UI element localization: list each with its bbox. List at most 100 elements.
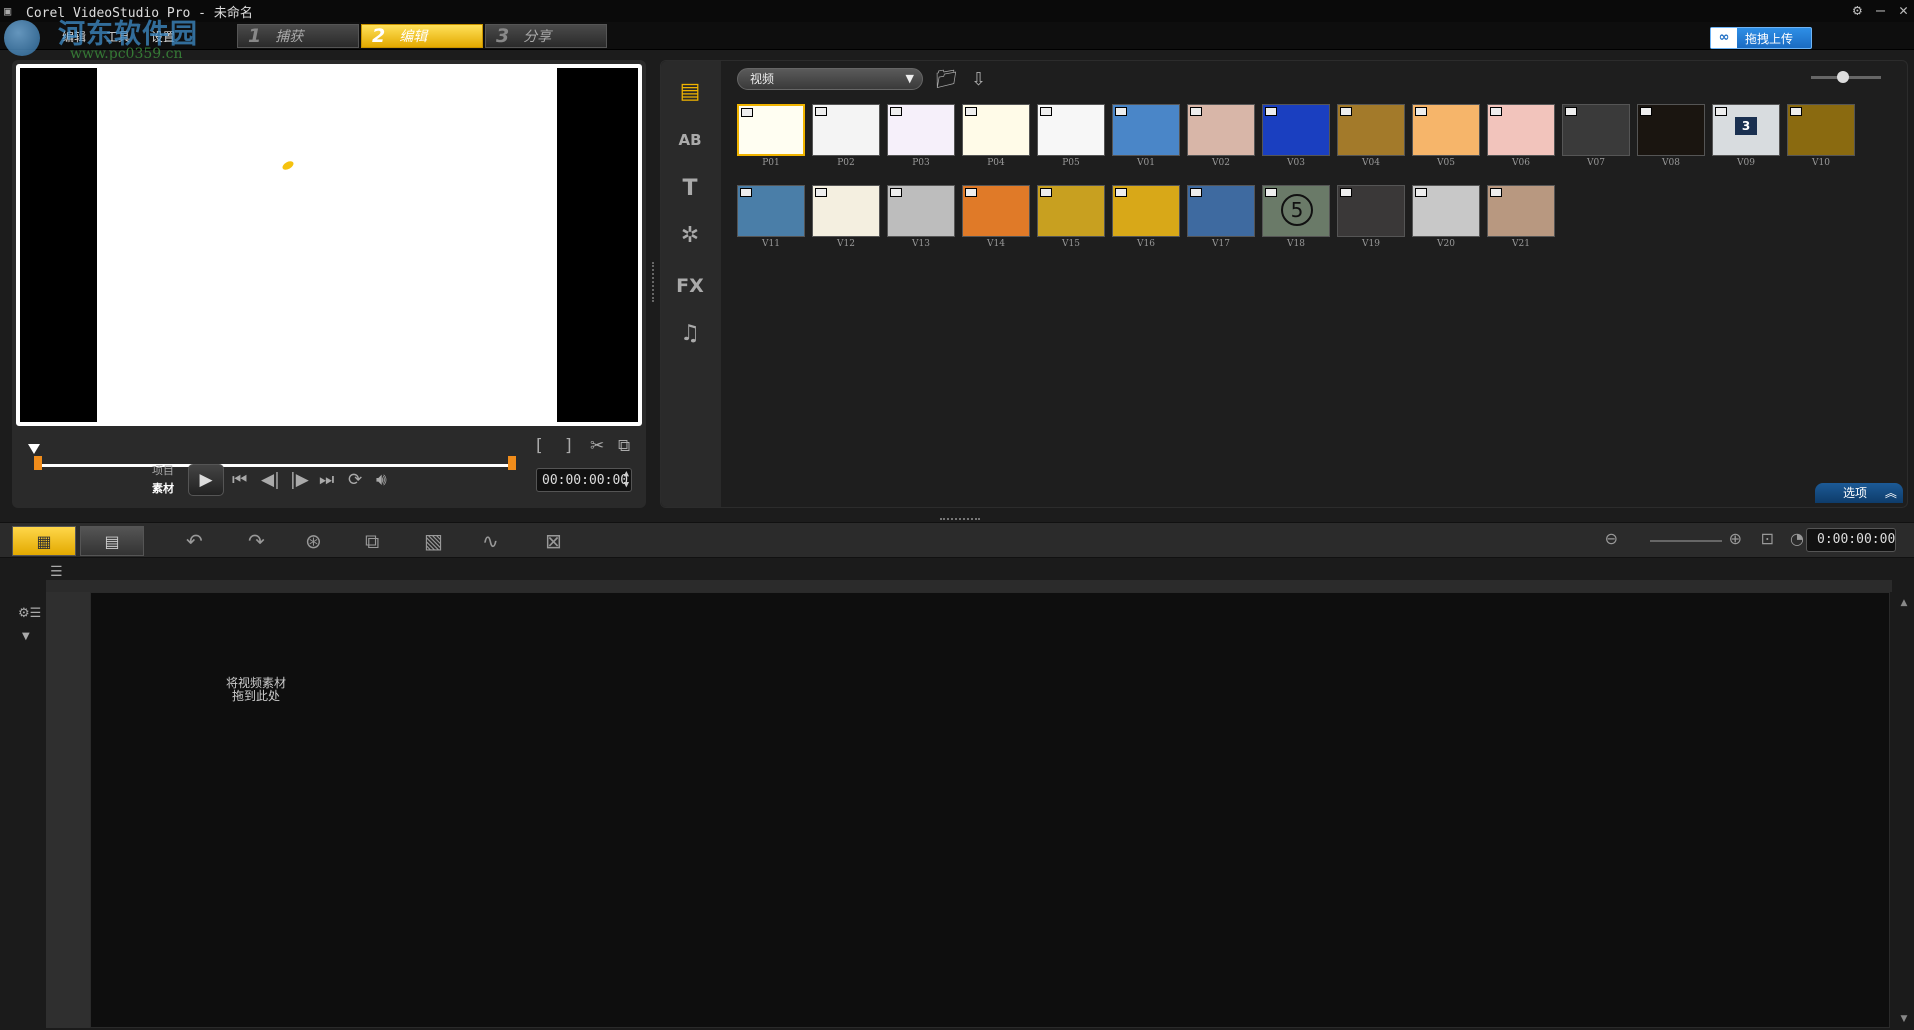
media-thumbnail[interactable]: 3 V09 xyxy=(1712,104,1780,168)
panel-resize-handle[interactable] xyxy=(652,262,655,302)
timeline-ruler[interactable] xyxy=(46,580,1892,592)
next-frame-icon[interactable]: |▶ xyxy=(290,470,309,490)
media-thumbnail[interactable]: V05 xyxy=(1412,104,1480,168)
media-thumbnail[interactable]: P05 xyxy=(1037,104,1105,168)
thumbnail-image[interactable] xyxy=(812,104,880,156)
media-icon[interactable]: ▤ xyxy=(673,77,707,107)
close-button[interactable]: ✕ xyxy=(1899,1,1908,19)
thumbnail-image[interactable] xyxy=(1412,104,1480,156)
fit-project-icon[interactable]: ⊡ xyxy=(1761,529,1774,548)
media-thumbnail[interactable]: V08 xyxy=(1637,104,1705,168)
track-options-icon[interactable]: ⚙☰ xyxy=(18,606,41,621)
media-thumbnail[interactable]: 5 V18 xyxy=(1262,185,1330,249)
settings-icon[interactable]: ⚙ xyxy=(1853,1,1862,19)
thumbnail-image[interactable]: 5 xyxy=(1262,185,1330,237)
preview-screen[interactable] xyxy=(16,64,642,426)
thumbnail-image[interactable] xyxy=(1037,185,1105,237)
home-icon[interactable]: ⏮ xyxy=(232,470,247,490)
thumbnail-image[interactable] xyxy=(962,185,1030,237)
preview-timecode[interactable]: 00:00:00:00 ▲ ▼ xyxy=(536,468,632,492)
playhead-handle[interactable] xyxy=(28,444,40,454)
chevron-down-icon[interactable]: ▼ xyxy=(22,631,41,642)
enlarge-preview-icon[interactable]: ⧉ xyxy=(618,436,630,456)
audio-icon[interactable]: ♫ xyxy=(673,319,707,349)
undo-icon[interactable]: ↶ xyxy=(186,529,203,553)
timeline-scrollbar[interactable]: ▲ ▼ xyxy=(1894,592,1914,1028)
mode-project-label[interactable]: 项目 xyxy=(152,462,174,480)
thumbnail-image[interactable] xyxy=(737,185,805,237)
play-button[interactable]: ▶ xyxy=(188,464,224,496)
mode-clip-label[interactable]: 素材 xyxy=(152,480,174,498)
repeat-icon[interactable]: ⟳ xyxy=(348,470,362,490)
track-list-icon[interactable]: ☰ xyxy=(50,564,63,580)
media-thumbnail[interactable]: P01 xyxy=(737,104,805,168)
thumbnail-image[interactable] xyxy=(1262,104,1330,156)
thumbnail-image[interactable] xyxy=(1112,185,1180,237)
media-thumbnail[interactable]: V16 xyxy=(1112,185,1180,249)
step-edit[interactable]: 2 编辑 xyxy=(361,24,483,48)
media-thumbnail[interactable]: V03 xyxy=(1262,104,1330,168)
timeline-timecode[interactable]: 0:00:00:00 xyxy=(1806,528,1896,552)
media-thumbnail[interactable]: V02 xyxy=(1187,104,1255,168)
media-thumbnail[interactable]: P04 xyxy=(962,104,1030,168)
filter-icon[interactable]: FX xyxy=(673,271,707,301)
title-icon[interactable]: T xyxy=(673,174,707,204)
media-thumbnail[interactable]: V07 xyxy=(1562,104,1630,168)
thumbnail-image[interactable] xyxy=(1562,104,1630,156)
play-mode-toggle[interactable]: 项目 素材 xyxy=(152,462,174,498)
media-thumbnail[interactable]: V14 xyxy=(962,185,1030,249)
end-icon[interactable]: ⏭ xyxy=(319,470,334,490)
thumbnail-image[interactable] xyxy=(1787,104,1855,156)
thumbnail-image[interactable] xyxy=(1487,185,1555,237)
thumbnail-image[interactable]: 3 xyxy=(1712,104,1780,156)
timeline-zoom-slider[interactable] xyxy=(1650,540,1722,542)
slider-knob[interactable] xyxy=(1837,71,1849,83)
horizontal-resize-handle[interactable] xyxy=(940,518,980,520)
record-capture-icon[interactable]: ⊛ xyxy=(305,529,322,553)
folder-icon[interactable]: 📁︎ xyxy=(935,69,958,90)
timeline-view-button[interactable]: ▤ xyxy=(80,526,144,556)
minimize-button[interactable]: — xyxy=(1876,1,1885,19)
track-manager-icon[interactable]: ⊠ xyxy=(545,529,562,553)
thumbnail-image[interactable] xyxy=(1337,104,1405,156)
category-dropdown[interactable]: 视频 ▼ xyxy=(737,68,923,90)
thumbnail-image[interactable] xyxy=(1637,104,1705,156)
media-thumbnail[interactable]: V12 xyxy=(812,185,880,249)
redo-icon[interactable]: ↷ xyxy=(248,529,265,553)
scroll-up-icon[interactable]: ▲ xyxy=(1894,598,1914,608)
thumbnail-image[interactable] xyxy=(962,104,1030,156)
import-icon[interactable]: ⇩ xyxy=(971,69,986,90)
media-thumbnail[interactable]: V15 xyxy=(1037,185,1105,249)
media-thumbnail[interactable]: V06 xyxy=(1487,104,1555,168)
thumbnail-image[interactable] xyxy=(737,104,805,156)
media-thumbnail[interactable]: V13 xyxy=(887,185,955,249)
scissors-icon[interactable]: ✂ xyxy=(590,436,604,456)
thumbnail-image[interactable] xyxy=(1337,185,1405,237)
mark-out-button[interactable]: ] xyxy=(565,436,572,456)
thumbnail-image[interactable] xyxy=(1037,104,1105,156)
auto-music-icon[interactable]: ▧ xyxy=(424,529,443,553)
thumbnail-image[interactable] xyxy=(1187,104,1255,156)
thumbnail-size-slider[interactable] xyxy=(1811,71,1881,83)
thumbnail-image[interactable] xyxy=(1412,185,1480,237)
media-thumbnail[interactable]: V19 xyxy=(1337,185,1405,249)
trim-end-handle[interactable] xyxy=(508,456,516,470)
sound-mixer-icon[interactable]: ⧉ xyxy=(365,529,379,553)
timecode-spinner[interactable]: ▲ ▼ xyxy=(624,469,629,491)
media-thumbnail[interactable]: P02 xyxy=(812,104,880,168)
options-button[interactable]: 选项 ︽ xyxy=(1815,483,1903,503)
media-thumbnail[interactable]: V11 xyxy=(737,185,805,249)
upload-button[interactable]: ∞ 拖拽上传 xyxy=(1710,27,1812,49)
thumbnail-image[interactable] xyxy=(812,185,880,237)
media-thumbnail[interactable]: V01 xyxy=(1112,104,1180,168)
thumbnail-image[interactable] xyxy=(887,104,955,156)
audio-waveform-icon[interactable]: ∿ xyxy=(482,529,499,553)
zoom-out-icon[interactable]: ⊖ xyxy=(1605,529,1618,548)
storyboard-view-button[interactable]: ▦ xyxy=(12,526,76,556)
graphic-icon[interactable]: ✲ xyxy=(673,221,707,251)
mark-in-button[interactable]: [ xyxy=(536,436,543,456)
thumbnail-image[interactable] xyxy=(1487,104,1555,156)
step-capture[interactable]: 1 捕获 xyxy=(237,24,359,48)
trim-start-handle[interactable] xyxy=(34,456,42,470)
media-thumbnail[interactable]: V10 xyxy=(1787,104,1855,168)
